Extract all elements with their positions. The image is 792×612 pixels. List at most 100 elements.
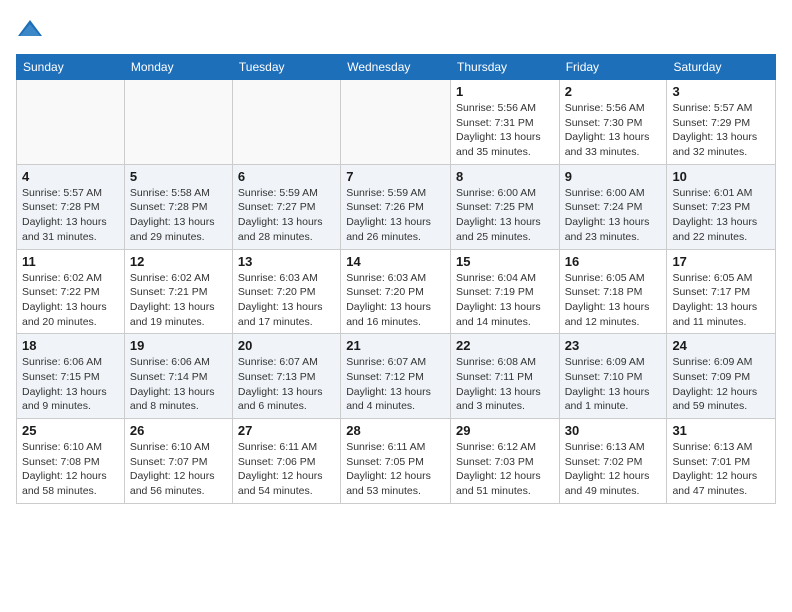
day-info: Sunrise: 6:00 AM Sunset: 7:25 PM Dayligh… bbox=[456, 186, 554, 245]
day-info: Sunrise: 6:06 AM Sunset: 7:15 PM Dayligh… bbox=[22, 355, 119, 414]
day-number: 15 bbox=[456, 254, 554, 269]
calendar-cell: 25 Sunrise: 6:10 AM Sunset: 7:08 PM Dayli… bbox=[17, 419, 125, 504]
day-info: Sunrise: 5:56 AM Sunset: 7:30 PM Dayligh… bbox=[565, 101, 662, 160]
calendar-cell: 8Sunrise: 6:00 AM Sunset: 7:25 PM Daylig… bbox=[451, 164, 560, 249]
calendar-cell: 9 Sunrise: 6:00 AM Sunset: 7:24 PM Daylig… bbox=[559, 164, 667, 249]
calendar-header-saturday: Saturday bbox=[667, 55, 776, 80]
day-number: 5 bbox=[130, 169, 227, 184]
day-number: 24 bbox=[672, 338, 770, 353]
day-number: 20 bbox=[238, 338, 335, 353]
page-header bbox=[16, 16, 776, 44]
calendar-header-thursday: Thursday bbox=[451, 55, 560, 80]
day-number: 4 bbox=[22, 169, 119, 184]
day-info: Sunrise: 6:06 AM Sunset: 7:14 PM Dayligh… bbox=[130, 355, 227, 414]
day-number: 16 bbox=[565, 254, 662, 269]
calendar-cell: 14 Sunrise: 6:03 AM Sunset: 7:20 PM Dayli… bbox=[341, 249, 451, 334]
day-number: 23 bbox=[565, 338, 662, 353]
calendar-cell: 16Sunrise: 6:05 AM Sunset: 7:18 PM Dayli… bbox=[559, 249, 667, 334]
day-info: Sunrise: 6:09 AM Sunset: 7:10 PM Dayligh… bbox=[565, 355, 662, 414]
day-number: 11 bbox=[22, 254, 119, 269]
calendar-week-4: 18 Sunrise: 6:06 AM Sunset: 7:15 PM Dayli… bbox=[17, 334, 776, 419]
day-info: Sunrise: 6:11 AM Sunset: 7:06 PM Dayligh… bbox=[238, 440, 335, 499]
day-number: 6 bbox=[238, 169, 335, 184]
day-number: 10 bbox=[672, 169, 770, 184]
day-number: 28 bbox=[346, 423, 445, 438]
calendar-header-friday: Friday bbox=[559, 55, 667, 80]
calendar-cell: 22 Sunrise: 6:08 AM Sunset: 7:11 PM Dayli… bbox=[451, 334, 560, 419]
day-info: Sunrise: 6:08 AM Sunset: 7:11 PM Dayligh… bbox=[456, 355, 554, 414]
calendar-table: SundayMondayTuesdayWednesdayThursdayFrid… bbox=[16, 54, 776, 504]
day-number: 3 bbox=[672, 84, 770, 99]
day-number: 12 bbox=[130, 254, 227, 269]
calendar-week-1: 1Sunrise: 5:56 AM Sunset: 7:31 PM Daylig… bbox=[17, 80, 776, 165]
day-info: Sunrise: 6:05 AM Sunset: 7:17 PM Dayligh… bbox=[672, 271, 770, 330]
day-number: 31 bbox=[672, 423, 770, 438]
calendar-cell: 21 Sunrise: 6:07 AM Sunset: 7:12 PM Dayli… bbox=[341, 334, 451, 419]
day-info: Sunrise: 5:59 AM Sunset: 7:26 PM Dayligh… bbox=[346, 186, 445, 245]
day-info: Sunrise: 6:12 AM Sunset: 7:03 PM Dayligh… bbox=[456, 440, 554, 499]
day-info: Sunrise: 6:10 AM Sunset: 7:07 PM Dayligh… bbox=[130, 440, 227, 499]
day-info: Sunrise: 6:00 AM Sunset: 7:24 PM Dayligh… bbox=[565, 186, 662, 245]
day-info: Sunrise: 5:58 AM Sunset: 7:28 PM Dayligh… bbox=[130, 186, 227, 245]
calendar-cell: 10 Sunrise: 6:01 AM Sunset: 7:23 PM Dayli… bbox=[667, 164, 776, 249]
calendar-cell: 27Sunrise: 6:11 AM Sunset: 7:06 PM Dayli… bbox=[232, 419, 340, 504]
calendar-cell: 2 Sunrise: 5:56 AM Sunset: 7:30 PM Daylig… bbox=[559, 80, 667, 165]
day-number: 14 bbox=[346, 254, 445, 269]
calendar-cell bbox=[232, 80, 340, 165]
calendar-cell: 31 Sunrise: 6:13 AM Sunset: 7:01 PM Dayli… bbox=[667, 419, 776, 504]
day-info: Sunrise: 6:02 AM Sunset: 7:22 PM Dayligh… bbox=[22, 271, 119, 330]
day-number: 9 bbox=[565, 169, 662, 184]
day-info: Sunrise: 6:04 AM Sunset: 7:19 PM Dayligh… bbox=[456, 271, 554, 330]
day-number: 19 bbox=[130, 338, 227, 353]
calendar-cell: 6 Sunrise: 5:59 AM Sunset: 7:27 PM Daylig… bbox=[232, 164, 340, 249]
calendar-cell: 12Sunrise: 6:02 AM Sunset: 7:21 PM Dayli… bbox=[124, 249, 232, 334]
calendar-cell: 29 Sunrise: 6:12 AM Sunset: 7:03 PM Dayli… bbox=[451, 419, 560, 504]
calendar-cell bbox=[341, 80, 451, 165]
day-info: Sunrise: 5:57 AM Sunset: 7:28 PM Dayligh… bbox=[22, 186, 119, 245]
calendar-week-5: 25 Sunrise: 6:10 AM Sunset: 7:08 PM Dayli… bbox=[17, 419, 776, 504]
day-number: 7 bbox=[346, 169, 445, 184]
calendar-header-wednesday: Wednesday bbox=[341, 55, 451, 80]
calendar-cell: 20 Sunrise: 6:07 AM Sunset: 7:13 PM Dayli… bbox=[232, 334, 340, 419]
day-number: 30 bbox=[565, 423, 662, 438]
calendar-cell: 23 Sunrise: 6:09 AM Sunset: 7:10 PM Dayli… bbox=[559, 334, 667, 419]
calendar-cell: 7 Sunrise: 5:59 AM Sunset: 7:26 PM Daylig… bbox=[341, 164, 451, 249]
day-number: 13 bbox=[238, 254, 335, 269]
day-info: Sunrise: 6:10 AM Sunset: 7:08 PM Dayligh… bbox=[22, 440, 119, 499]
day-number: 17 bbox=[672, 254, 770, 269]
calendar-cell bbox=[124, 80, 232, 165]
day-number: 22 bbox=[456, 338, 554, 353]
logo bbox=[16, 16, 48, 44]
calendar-week-3: 11 Sunrise: 6:02 AM Sunset: 7:22 PM Dayli… bbox=[17, 249, 776, 334]
calendar-cell: 18 Sunrise: 6:06 AM Sunset: 7:15 PM Dayli… bbox=[17, 334, 125, 419]
day-info: Sunrise: 6:03 AM Sunset: 7:20 PM Dayligh… bbox=[238, 271, 335, 330]
day-info: Sunrise: 6:01 AM Sunset: 7:23 PM Dayligh… bbox=[672, 186, 770, 245]
calendar-cell: 13 Sunrise: 6:03 AM Sunset: 7:20 PM Dayli… bbox=[232, 249, 340, 334]
calendar-cell: 11 Sunrise: 6:02 AM Sunset: 7:22 PM Dayli… bbox=[17, 249, 125, 334]
day-info: Sunrise: 6:07 AM Sunset: 7:13 PM Dayligh… bbox=[238, 355, 335, 414]
day-info: Sunrise: 6:07 AM Sunset: 7:12 PM Dayligh… bbox=[346, 355, 445, 414]
day-number: 1 bbox=[456, 84, 554, 99]
calendar-cell: 4 Sunrise: 5:57 AM Sunset: 7:28 PM Daylig… bbox=[17, 164, 125, 249]
day-info: Sunrise: 6:13 AM Sunset: 7:02 PM Dayligh… bbox=[565, 440, 662, 499]
day-number: 29 bbox=[456, 423, 554, 438]
day-info: Sunrise: 6:11 AM Sunset: 7:05 PM Dayligh… bbox=[346, 440, 445, 499]
day-number: 21 bbox=[346, 338, 445, 353]
day-info: Sunrise: 6:09 AM Sunset: 7:09 PM Dayligh… bbox=[672, 355, 770, 414]
day-number: 18 bbox=[22, 338, 119, 353]
day-number: 26 bbox=[130, 423, 227, 438]
calendar-cell: 3 Sunrise: 5:57 AM Sunset: 7:29 PM Daylig… bbox=[667, 80, 776, 165]
day-number: 25 bbox=[22, 423, 119, 438]
calendar-cell: 1Sunrise: 5:56 AM Sunset: 7:31 PM Daylig… bbox=[451, 80, 560, 165]
calendar-cell: 19 Sunrise: 6:06 AM Sunset: 7:14 PM Dayli… bbox=[124, 334, 232, 419]
day-info: Sunrise: 5:59 AM Sunset: 7:27 PM Dayligh… bbox=[238, 186, 335, 245]
day-info: Sunrise: 6:13 AM Sunset: 7:01 PM Dayligh… bbox=[672, 440, 770, 499]
logo-icon bbox=[16, 16, 44, 44]
calendar-cell: 24 Sunrise: 6:09 AM Sunset: 7:09 PM Dayli… bbox=[667, 334, 776, 419]
day-info: Sunrise: 5:57 AM Sunset: 7:29 PM Dayligh… bbox=[672, 101, 770, 160]
calendar-header-tuesday: Tuesday bbox=[232, 55, 340, 80]
calendar-cell: 17 Sunrise: 6:05 AM Sunset: 7:17 PM Dayli… bbox=[667, 249, 776, 334]
calendar-cell: 30 Sunrise: 6:13 AM Sunset: 7:02 PM Dayli… bbox=[559, 419, 667, 504]
day-info: Sunrise: 6:03 AM Sunset: 7:20 PM Dayligh… bbox=[346, 271, 445, 330]
day-number: 2 bbox=[565, 84, 662, 99]
